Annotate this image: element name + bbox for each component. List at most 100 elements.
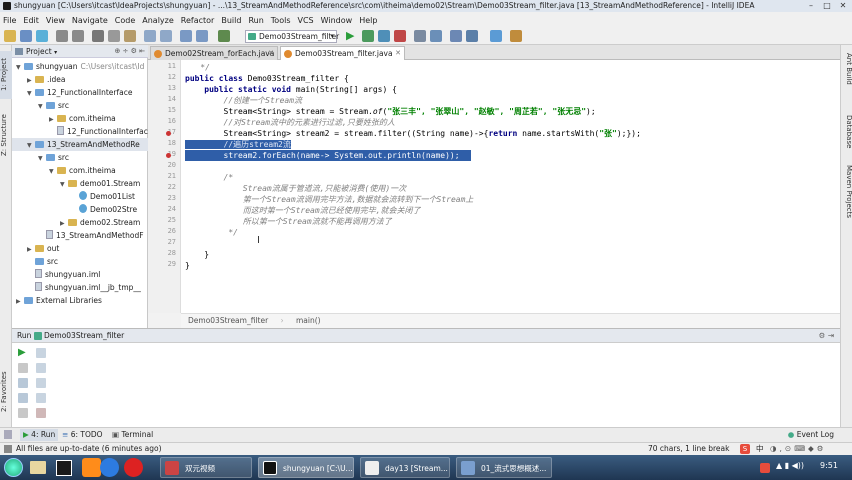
help-icon[interactable] — [490, 30, 502, 42]
close-button[interactable]: ✕ — [836, 1, 850, 11]
tree-item[interactable]: ▶ .idea — [12, 73, 148, 86]
vcs-icon[interactable] — [466, 30, 478, 42]
menu-build[interactable]: Build — [221, 16, 241, 25]
ime-mode[interactable]: 中 — [756, 443, 764, 455]
chevron-right-icon[interactable]: ▶ — [27, 74, 35, 86]
run-config-select[interactable]: Demo03Stream_filter ▾ — [245, 30, 339, 43]
menu-tools[interactable]: Tools — [271, 16, 291, 25]
todo-tool-tab[interactable]: ≡ 6: TODO — [62, 428, 103, 442]
sdk-icon[interactable] — [450, 30, 462, 42]
find-icon[interactable] — [144, 30, 156, 42]
menu-analyze[interactable]: Analyze — [142, 16, 174, 25]
structure-tool-tab[interactable]: Z: Structure — [0, 105, 12, 165]
close-tab-icon[interactable]: ✕ — [395, 47, 401, 60]
copy-icon[interactable] — [108, 30, 120, 42]
chevron-right-icon[interactable]: ▶ — [49, 113, 57, 125]
menu-vcs[interactable]: VCS — [298, 16, 314, 25]
coverage-icon[interactable] — [378, 30, 390, 42]
stop-icon[interactable] — [394, 30, 406, 42]
tree-item[interactable]: shungyuan.iml — [12, 268, 148, 281]
clock[interactable]: 9:51 — [820, 461, 838, 470]
run-icon[interactable]: ▶ — [346, 30, 358, 42]
open-folder-icon[interactable] — [4, 30, 16, 42]
tree-item[interactable]: Demo01List — [12, 190, 148, 203]
favorites-tool-tab[interactable]: 2: Favorites — [0, 365, 12, 419]
explorer-icon[interactable] — [30, 461, 46, 474]
tab-demo03-filter[interactable]: Demo03Stream_filter.java ✕ — [280, 46, 405, 60]
app-icon[interactable] — [100, 458, 119, 477]
menu-edit[interactable]: Edit — [23, 16, 39, 25]
terminal-tool-tab[interactable]: ▣ Terminal — [112, 428, 153, 442]
project-tool-tab[interactable]: 1: Project — [0, 51, 12, 99]
start-button-icon[interactable] — [4, 458, 23, 477]
tree-item[interactable]: ▼ 12_FunctionalInterface — [12, 86, 148, 99]
chevron-right-icon[interactable]: ▶ — [27, 243, 35, 255]
close-tab-icon[interactable]: ✕ — [268, 47, 274, 60]
tree-item[interactable]: ▶ com.itheima — [12, 112, 148, 125]
tree-item[interactable]: Demo02Stre — [12, 203, 148, 216]
taskbar-item-intellij[interactable]: shungyuan [C:\U... — [258, 457, 354, 478]
lambda-marker-icon[interactable] — [166, 131, 171, 136]
tree-item[interactable]: ▼ shungyuan C:\Users\itcast\Id — [12, 60, 148, 73]
menu-file[interactable]: File — [3, 16, 16, 25]
panel-settings-icon[interactable]: ⚙ ⇥ — [819, 329, 834, 343]
vlc-icon[interactable] — [82, 458, 101, 477]
lambda-marker-icon[interactable] — [166, 153, 171, 158]
menu-view[interactable]: View — [46, 16, 65, 25]
run-tool-tab[interactable]: ▶ 4: Run — [20, 429, 59, 441]
soft-wrap-icon[interactable] — [36, 378, 46, 388]
cut-icon[interactable] — [92, 30, 104, 42]
code-editor[interactable]: */ public class Demo03Stream_filter { pu… — [181, 60, 840, 313]
maximize-button[interactable]: □ — [820, 1, 834, 11]
project-structure-icon[interactable] — [414, 30, 426, 42]
clear-icon[interactable] — [36, 408, 46, 418]
menu-window[interactable]: Window — [321, 16, 353, 25]
rerun-icon[interactable]: ▶ — [18, 348, 28, 358]
minimize-button[interactable]: – — [804, 1, 818, 11]
event-log-tab[interactable]: ● Event Log — [788, 428, 834, 442]
build-icon[interactable] — [218, 30, 230, 42]
back-icon[interactable] — [180, 30, 192, 42]
tree-item[interactable]: 12_FunctionalInterface. — [12, 125, 148, 138]
replace-icon[interactable] — [160, 30, 172, 42]
ime-icon[interactable]: S — [740, 444, 750, 454]
tree-item[interactable]: src — [12, 255, 148, 268]
panel-controls-icon[interactable]: ⊕ ÷ ⚙ ⇤ — [114, 45, 145, 58]
tray-icons[interactable]: ▲ ▮ ◀)) — [776, 461, 804, 470]
run-panel-config[interactable]: Demo03Stream_filter — [44, 329, 124, 343]
taskbar-item-video[interactable]: 双元视频 — [160, 457, 252, 478]
tree-item[interactable]: ▼ src — [12, 99, 148, 112]
chevron-right-icon[interactable]: ▶ — [60, 217, 68, 229]
chevron-down-icon[interactable]: ▼ — [16, 61, 24, 73]
debug-icon[interactable] — [362, 30, 374, 42]
undo-icon[interactable] — [56, 30, 68, 42]
sync-icon[interactable] — [36, 30, 48, 42]
redo-icon[interactable] — [72, 30, 84, 42]
paste-icon[interactable] — [124, 30, 136, 42]
run-output-panel[interactable]: ▶ — [12, 343, 840, 427]
print-icon[interactable] — [36, 393, 46, 403]
menu-help[interactable]: Help — [359, 16, 377, 25]
settings-icon[interactable] — [430, 30, 442, 42]
chevron-down-icon[interactable]: ▼ — [60, 178, 68, 190]
tree-item[interactable]: shungyuan.iml__jb_tmp__ — [12, 281, 148, 294]
breadcrumb-class[interactable]: Demo03Stream_filter — [188, 316, 268, 325]
breadcrumb-method[interactable]: main() — [296, 316, 321, 325]
chevron-down-icon[interactable]: ▼ — [27, 139, 35, 151]
dump-threads-icon[interactable] — [18, 393, 28, 403]
chevron-down-icon[interactable]: ▼ — [38, 100, 46, 112]
menu-navigate[interactable]: Navigate — [72, 16, 108, 25]
chevron-down-icon[interactable]: ▼ — [38, 152, 46, 164]
toggle-tools-icon[interactable] — [4, 430, 12, 439]
tree-item[interactable]: ▼ src — [12, 151, 148, 164]
menu-refactor[interactable]: Refactor — [181, 16, 215, 25]
tree-item[interactable]: ▼ 13_StreamAndMethodRe — [12, 138, 148, 151]
close-run-icon[interactable] — [18, 408, 28, 418]
save-icon[interactable] — [20, 30, 32, 42]
taskbar-item-doc[interactable]: 01_流式思想概述... — [456, 457, 552, 478]
recorder-icon[interactable] — [124, 458, 143, 477]
pause-icon[interactable] — [18, 378, 28, 388]
cmd-icon[interactable] — [56, 460, 72, 476]
tree-item[interactable]: 13_StreamAndMethodF — [12, 229, 148, 242]
tree-item[interactable]: ▶ demo02.Stream — [12, 216, 148, 229]
